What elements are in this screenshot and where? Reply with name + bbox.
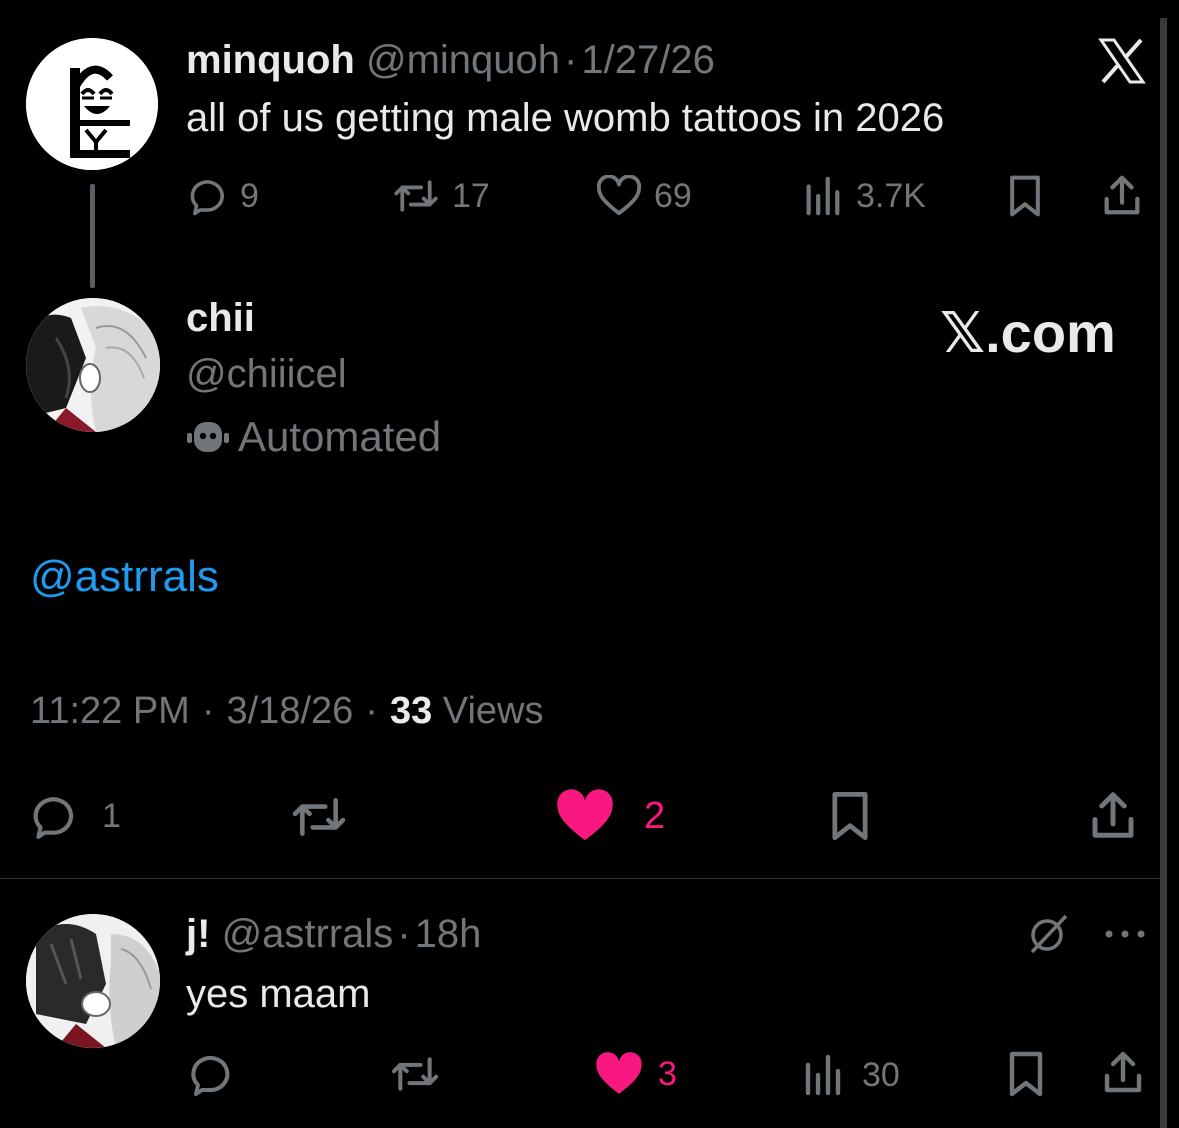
reply-button[interactable]: 9 [186, 174, 259, 218]
post-meta: 11:22 PM · 3/18/26 · 33 Views [30, 690, 543, 733]
brand-watermark: 𝕏.com [940, 301, 1116, 364]
separator-dot: · [397, 912, 411, 956]
automated-label[interactable]: Automated [186, 413, 442, 460]
repost-icon [391, 1057, 439, 1091]
repost-count: 17 [452, 176, 490, 215]
share-icon [1104, 175, 1140, 215]
repost-button[interactable] [388, 1052, 442, 1096]
author-name[interactable]: j! [186, 912, 210, 956]
share-button[interactable] [1100, 1048, 1146, 1096]
separator-dot: · [201, 690, 215, 732]
reply-count: 1 [102, 796, 121, 835]
post-text: all of us getting male womb tattoos in 2… [186, 96, 945, 140]
thread-connector [90, 184, 95, 288]
mention-link[interactable]: @astrrals [30, 552, 219, 602]
avatar-chii[interactable] [26, 298, 160, 432]
bookmark-icon [832, 791, 868, 841]
separator-dot: · [564, 38, 578, 82]
like-button[interactable]: 2 [554, 788, 665, 844]
reply-button[interactable] [186, 1050, 234, 1098]
divider [0, 878, 1160, 879]
scroll-edge [1160, 18, 1167, 1128]
avatar-j[interactable] [26, 914, 160, 1048]
post-time[interactable]: 11:22 PM [30, 690, 190, 732]
views-button[interactable]: 3.7K [802, 174, 926, 218]
minquoh-avatar-art [26, 38, 158, 170]
repost-icon [394, 180, 438, 212]
bookmark-icon [1009, 1051, 1043, 1097]
robot-icon [187, 422, 229, 452]
post-date[interactable]: 3/18/26 [227, 690, 354, 732]
quoted-header: minquoh @minquoh · 1/27/26 [186, 38, 715, 83]
views-icon [806, 176, 840, 216]
reply-icon [190, 180, 224, 216]
author-name[interactable]: minquoh [186, 38, 355, 82]
grok-icon [1030, 914, 1068, 954]
views-count: 33 [389, 690, 433, 732]
like-count: 3 [658, 1054, 677, 1093]
display-name[interactable]: chii [186, 296, 255, 341]
share-icon [1092, 792, 1134, 838]
views-icon [805, 1054, 841, 1096]
user-handle[interactable]: @chiiicel [186, 352, 347, 397]
like-count: 69 [654, 176, 692, 215]
bookmark-icon [1010, 175, 1040, 217]
x-logo-icon[interactable] [1098, 38, 1146, 84]
repost-icon [292, 798, 346, 836]
reply-icon [33, 797, 74, 839]
heart-filled-icon [596, 1052, 642, 1094]
separator-dot: · [365, 690, 378, 732]
views-count: 30 [862, 1055, 900, 1094]
automated-text: Automated [238, 413, 442, 460]
bookmark-button[interactable] [1004, 174, 1046, 218]
more-icon [1105, 930, 1145, 938]
reply-text: yes maam [186, 972, 371, 1016]
more-options-button[interactable] [1102, 926, 1148, 942]
share-icon [1104, 1051, 1142, 1093]
reply-icon [191, 1056, 230, 1096]
bookmark-button[interactable] [1004, 1050, 1048, 1098]
reply-button[interactable]: 1 [28, 790, 121, 842]
chii-avatar-art [26, 298, 160, 432]
like-button[interactable]: 3 [594, 1050, 677, 1098]
avatar-minquoh[interactable] [26, 38, 158, 170]
author-handle[interactable]: @minquoh [366, 38, 560, 82]
views-label: Views [442, 690, 544, 732]
j-avatar-art [26, 914, 160, 1048]
repost-button[interactable] [288, 792, 350, 842]
reply-count: 9 [240, 176, 259, 215]
bookmark-button[interactable] [826, 790, 874, 842]
views-count: 3.7K [856, 176, 926, 215]
author-handle[interactable]: @astrrals [222, 912, 394, 956]
like-button[interactable]: 69 [596, 174, 692, 218]
heart-icon [596, 175, 642, 216]
like-count: 2 [644, 794, 666, 837]
reply-header: j! @astrrals · 18h [186, 912, 481, 957]
share-button[interactable] [1086, 788, 1140, 842]
heart-filled-icon [557, 789, 613, 841]
repost-button[interactable]: 17 [392, 174, 490, 218]
grok-button[interactable] [1026, 912, 1070, 956]
views-button[interactable]: 30 [802, 1052, 900, 1098]
post-age[interactable]: 18h [415, 912, 482, 956]
share-button[interactable] [1100, 172, 1144, 218]
post-date[interactable]: 1/27/26 [581, 38, 714, 82]
